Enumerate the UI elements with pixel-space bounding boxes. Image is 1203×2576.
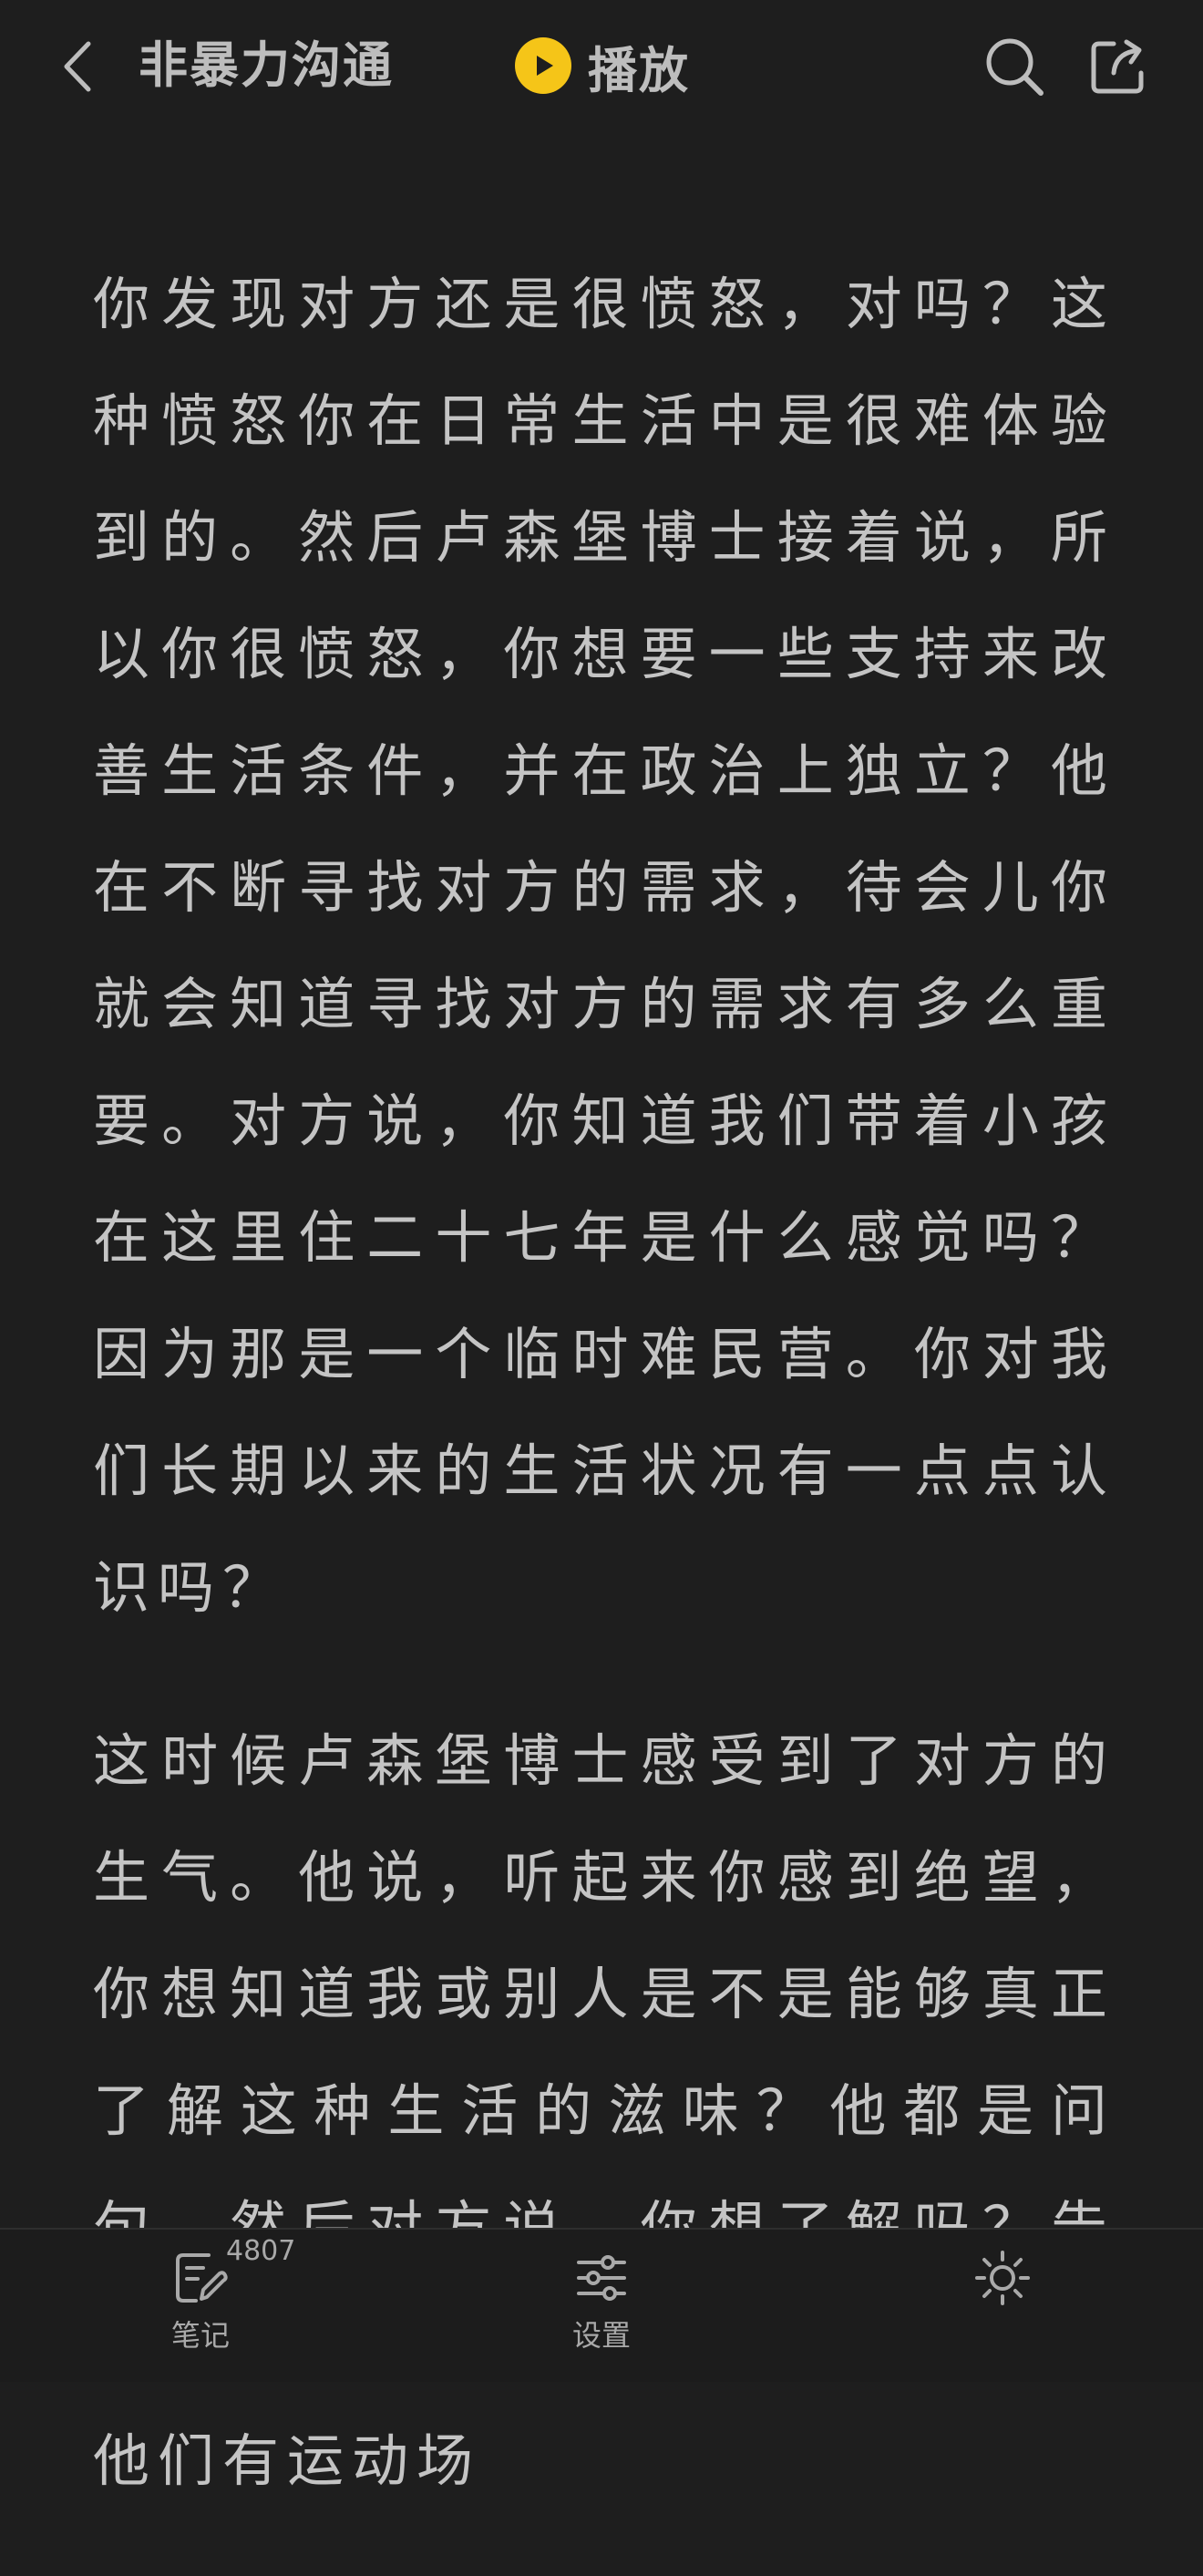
reading-content: 你发现对方还是很愤怒，对吗？这种愤怒你在日常生活中是很难体验到的。然后卢森堡博士… xyxy=(93,246,1116,2576)
sliders-icon xyxy=(571,2248,632,2308)
settings-label: 设置 xyxy=(571,2318,631,2353)
bottom-toolbar: 笔记 设置 xyxy=(0,2228,1203,2382)
paragraph: 你发现对方还是很愤怒，对吗？这种愤怒你在日常生活中是很难体验到的。然后卢森堡博士… xyxy=(93,271,1116,1621)
paragraph: 这时候卢森堡博士感受到了对方的生气。他说，听起来你感到绝望，你想知道我或别人是不… xyxy=(93,1727,1116,2494)
share-icon xyxy=(1091,39,1144,94)
top-toolbar: 非暴力沟通 播放 xyxy=(0,0,1203,132)
notes-count-badge: 4807 xyxy=(226,2235,296,2267)
brightness-tab[interactable] xyxy=(930,2248,1075,2366)
play-label: 播放 xyxy=(588,41,690,99)
book-title: 非暴力沟通 xyxy=(139,36,394,94)
settings-tab[interactable]: 设置 xyxy=(529,2248,674,2366)
search-icon xyxy=(986,38,1044,96)
back-button[interactable] xyxy=(50,32,105,100)
sun-icon xyxy=(972,2248,1033,2308)
share-button[interactable] xyxy=(1086,35,1150,98)
play-icon xyxy=(515,37,571,94)
note-edit-icon xyxy=(170,2248,231,2308)
play-button[interactable]: 播放 xyxy=(515,34,690,99)
search-button[interactable] xyxy=(982,35,1046,98)
chevron-left-icon xyxy=(64,41,91,91)
notes-label: 笔记 xyxy=(170,2318,230,2353)
